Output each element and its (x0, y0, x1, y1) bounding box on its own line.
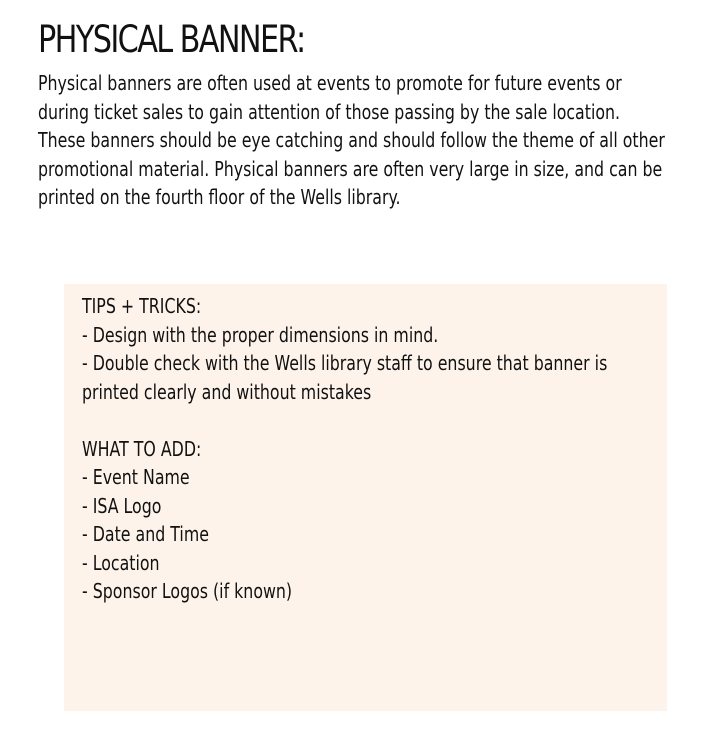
tips-heading: TIPS + TRICKS: (82, 294, 202, 318)
what-to-add-item: - Event Name (82, 465, 190, 489)
what-to-add-heading: WHAT TO ADD: (82, 436, 202, 461)
tips-item: printed clearly and without mistakes (82, 379, 372, 404)
tips-item: - Design with the proper dimensions in m… (82, 322, 439, 347)
what-to-add-item: - ISA Logo (82, 493, 162, 518)
intro-line: printed on the fourth floor of the Wells… (38, 185, 401, 209)
what-to-add-item: - Sponsor Logos (if known) (82, 579, 293, 603)
tips-panel: TIPS + TRICKS: - Design with the proper … (64, 284, 667, 711)
intro-line: during ticket sales to gain attention of… (38, 99, 621, 124)
page-title: PHYSICAL BANNER: (38, 18, 306, 61)
intro-line: Physical banners are often used at event… (38, 71, 622, 95)
what-to-add-item: - Date and Time (82, 522, 209, 546)
intro-paragraph: Physical banners are often used at event… (38, 69, 702, 212)
intro-line: promotional material. Physical banners a… (38, 156, 663, 181)
tips-item: - Double check with the Wells library st… (82, 351, 608, 375)
tips-panel-content: TIPS + TRICKS: - Design with the proper … (82, 292, 682, 606)
what-to-add-item: - Location (82, 550, 160, 575)
intro-line: These banners should be eye catching and… (38, 128, 665, 152)
